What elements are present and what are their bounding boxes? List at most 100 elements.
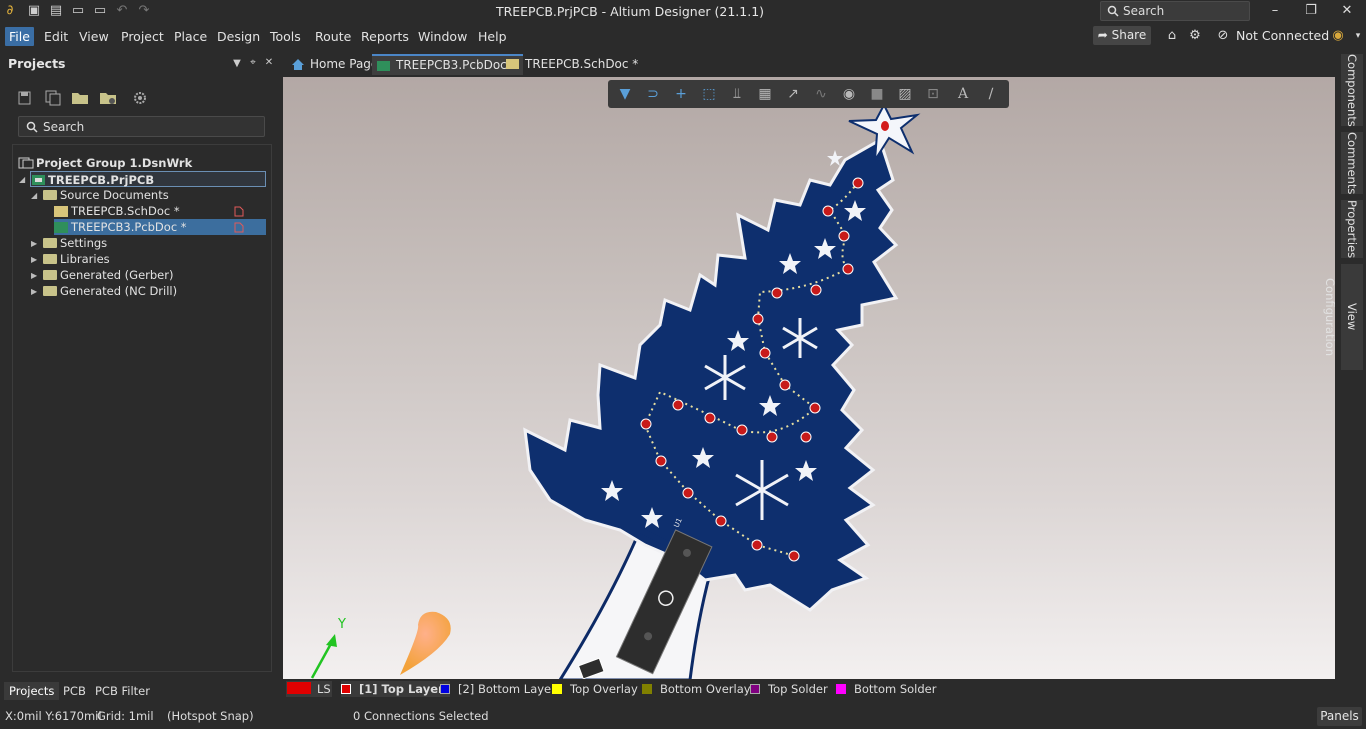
home-icon[interactable]: ⌂: [1163, 27, 1181, 45]
tree-item-project[interactable]: TREEPCB.PrjPCB: [30, 171, 266, 187]
layer-tab-top-layer[interactable]: [1] Top Layer: [341, 681, 450, 697]
keepout-icon[interactable]: ⊡: [924, 85, 942, 103]
layer-set-button[interactable]: LS: [286, 681, 332, 697]
y-axis-label: Y: [337, 617, 346, 632]
schematic-doc-icon: [54, 206, 68, 217]
close-window-button[interactable]: ✕: [1330, 0, 1364, 22]
folder-icon: [43, 286, 57, 296]
global-search-label: Search: [1123, 4, 1165, 18]
polygon-icon[interactable]: ■: [868, 85, 886, 103]
tree-label-settings: Settings: [60, 236, 108, 250]
panel-menu-icon[interactable]: ▼: [230, 58, 244, 72]
settings-gear-icon[interactable]: [131, 90, 149, 106]
layer-tab-top-solder[interactable]: Top Solder: [750, 681, 828, 697]
save-project-icon[interactable]: [16, 90, 34, 106]
layer-tab-bottom-layer[interactable]: [2] Bottom Layer: [440, 681, 556, 697]
tree-item-gen-nc[interactable]: Generated (NC Drill): [43, 283, 177, 299]
collapse-arrow-icon[interactable]: ◢: [31, 191, 41, 200]
line-icon[interactable]: ∕: [982, 85, 1000, 103]
layer-color-swatch: [836, 684, 846, 694]
layer-color-swatch: [642, 684, 652, 694]
menu-file[interactable]: File: [5, 27, 34, 46]
tree-label-project: TREEPCB.PrjPCB: [48, 173, 155, 187]
tab-pcb-filter[interactable]: PCB Filter: [90, 682, 155, 700]
text-icon[interactable]: A: [954, 85, 972, 103]
star-led: [881, 121, 889, 131]
expand-arrow-icon[interactable]: ▶: [31, 255, 41, 264]
filter-icon[interactable]: ▼: [616, 85, 634, 103]
maximize-button[interactable]: ❐: [1294, 0, 1328, 22]
expand-arrow-icon[interactable]: ▶: [31, 239, 41, 248]
dock-tab-comments[interactable]: Comments: [1341, 132, 1363, 194]
status-bar: X:0mil Y:6170mil Grid: 1mil (Hotspot Sna…: [0, 703, 1366, 729]
tab-label-home: Home Page: [310, 57, 379, 71]
collapse-arrow-icon[interactable]: ◢: [19, 175, 29, 184]
share-button[interactable]: ➦ Share: [1093, 26, 1151, 45]
tab-pcbdoc[interactable]: TREEPCB3.PcbDoc *: [372, 54, 523, 75]
layer-tab-top-overlay[interactable]: Top Overlay: [552, 681, 638, 697]
connection-status[interactable]: Not Connected: [1236, 28, 1329, 43]
tree-item-gen-gerber[interactable]: Generated (Gerber): [43, 267, 173, 283]
component-icon[interactable]: ▦: [756, 85, 774, 103]
tree-item-schdoc[interactable]: TREEPCB.SchDoc *: [54, 203, 266, 219]
menu-route[interactable]: Route: [311, 27, 355, 46]
document-tabs: Home Page TREEPCB3.PcbDoc * TREEPCB.SchD…: [282, 52, 1340, 76]
menu-project[interactable]: Project: [117, 27, 168, 46]
dock-tab-view-configuration[interactable]: View Configuration: [1323, 264, 1363, 370]
tree-item-libraries[interactable]: Libraries: [43, 251, 110, 267]
tree-label-source-docs: Source Documents: [60, 188, 169, 202]
layer-set-label: LS: [317, 682, 331, 696]
align-icon[interactable]: ⫫: [728, 85, 746, 103]
menu-help[interactable]: Help: [474, 27, 511, 46]
menu-place[interactable]: Place: [170, 27, 211, 46]
layer-tab-bottom-solder[interactable]: Bottom Solder: [836, 681, 936, 697]
pin-icon[interactable]: ⌖: [246, 57, 260, 71]
save-all-projects-icon[interactable]: [44, 90, 62, 106]
tab-home-page[interactable]: Home Page: [286, 54, 384, 75]
pcb-drawing[interactable]: U1 Y: [283, 77, 1335, 679]
add-cross-icon[interactable]: +: [672, 85, 690, 103]
layer-color-swatch: [750, 684, 760, 694]
layer-label: Top Solder: [768, 682, 828, 696]
route-icon[interactable]: ↗: [784, 85, 802, 103]
layer-label: [2] Bottom Layer: [458, 682, 556, 696]
menu-tools[interactable]: Tools: [266, 27, 305, 46]
tree-item-group[interactable]: Project Group 1.DsnWrk: [18, 155, 192, 171]
layer-tab-bottom-overlay[interactable]: Bottom Overlay: [642, 681, 751, 697]
select-rect-icon[interactable]: ⬚: [700, 85, 718, 103]
tab-pcb[interactable]: PCB: [58, 682, 91, 700]
interactive-routing-icon[interactable]: ⊃: [644, 85, 662, 103]
tab-schdoc[interactable]: TREEPCB.SchDoc *: [501, 54, 644, 75]
tree-item-settings[interactable]: Settings: [43, 235, 107, 251]
gear-icon[interactable]: ⚙: [1186, 27, 1204, 45]
chevron-down-icon[interactable]: ▾: [1349, 27, 1366, 45]
expand-arrow-icon[interactable]: ▶: [31, 271, 41, 280]
minimize-button[interactable]: –: [1258, 0, 1292, 22]
pcb-canvas[interactable]: U1 Y: [283, 77, 1335, 679]
menu-view[interactable]: View: [75, 27, 113, 46]
folder-settings-icon[interactable]: [99, 90, 117, 106]
window-title: TREEPCB.PrjPCB - Altium Designer (21.1.1…: [495, 4, 765, 19]
tree-item-source-docs[interactable]: Source Documents: [43, 187, 169, 203]
global-search-input[interactable]: Search: [1100, 1, 1250, 21]
tab-projects[interactable]: Projects: [4, 682, 60, 700]
menu-edit[interactable]: Edit: [40, 27, 72, 46]
folder-icon: [43, 238, 57, 248]
layer-label: Bottom Overlay: [660, 682, 751, 696]
menu-window[interactable]: Window: [414, 27, 471, 46]
menu-design[interactable]: Design: [213, 27, 264, 46]
project-search-input[interactable]: Search: [18, 116, 265, 137]
open-folder-icon[interactable]: [71, 90, 89, 106]
user-avatar-icon[interactable]: ◉: [1329, 27, 1347, 45]
dimension-icon[interactable]: ▨: [896, 85, 914, 103]
panels-button[interactable]: Panels: [1317, 707, 1362, 726]
left-panel-tabs: Projects PCB PCB Filter: [0, 682, 282, 700]
close-panel-icon[interactable]: ✕: [262, 57, 276, 71]
via-icon[interactable]: ◉: [840, 85, 858, 103]
tree-item-pcbdoc[interactable]: TREEPCB3.PcbDoc *: [54, 219, 266, 235]
dock-tab-properties[interactable]: Properties: [1341, 200, 1363, 258]
dock-tab-components[interactable]: Components: [1341, 54, 1363, 127]
menu-reports[interactable]: Reports: [357, 27, 413, 46]
tune-icon[interactable]: ∿: [812, 85, 830, 103]
expand-arrow-icon[interactable]: ▶: [31, 287, 41, 296]
